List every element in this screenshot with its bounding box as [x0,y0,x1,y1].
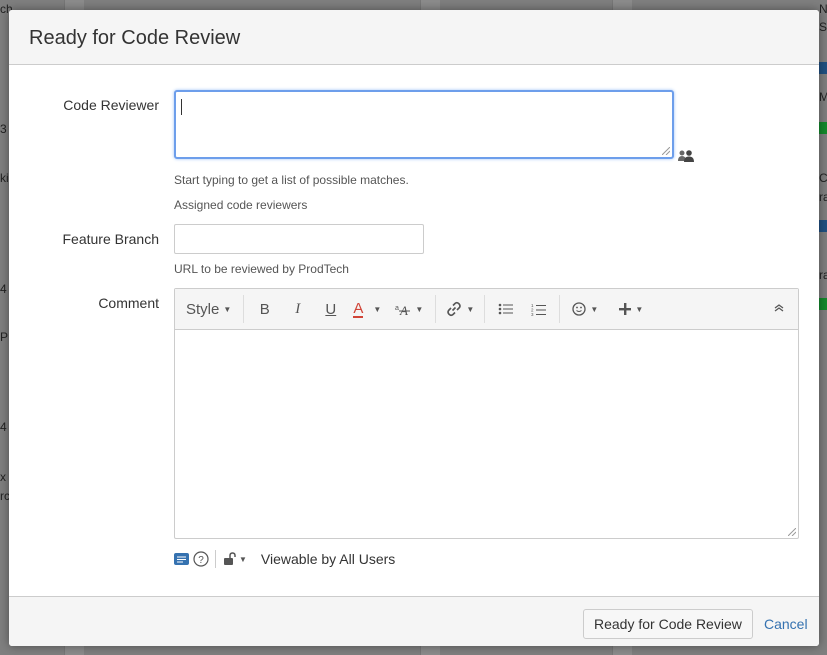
background-tag [819,220,827,232]
ready-for-code-review-button[interactable]: Ready for Code Review [583,609,753,639]
text-color-button[interactable]: A ▼ [347,294,387,324]
chevron-down-icon: ▼ [373,304,382,314]
feature-branch-hint: URL to be reviewed by ProdTech [174,262,349,276]
dialog-title: Ready for Code Review [29,27,241,49]
background-text: Sl [819,20,827,34]
bold-icon: B [259,300,270,318]
link-dropdown[interactable]: ▼ [440,294,480,324]
toolbar-separator [243,295,245,323]
code-reviewer-input[interactable] [174,90,674,159]
unlock-icon [224,552,236,565]
dialog-footer: Ready for Code Review Cancel [9,596,819,646]
cancel-link[interactable]: Cancel [764,616,808,632]
wiki-markup-icon[interactable] [174,553,189,565]
svg-text:A: A [399,303,408,316]
bullet-list-icon [498,303,513,315]
toolbar-separator [484,295,486,323]
chevron-down-icon: ▼ [590,304,599,314]
plus-icon [619,303,632,315]
code-reviewer-description: Assigned code reviewers [174,198,308,212]
toolbar-separator [435,295,437,323]
italic-button[interactable]: I [281,294,314,324]
comment-footer-bar: ? ▼ Viewable by All Users [174,548,395,570]
chevron-down-icon: ▼ [223,304,232,314]
insert-more-dropdown[interactable]: ▼ [610,294,652,324]
background-text: P [0,330,9,344]
background-text: ra [819,190,827,204]
background-text: x [0,470,6,484]
svg-text:?: ? [198,555,204,566]
user-picker-icon[interactable] [677,149,695,163]
toolbar-separator [559,295,561,323]
numbered-list-button[interactable]: 1 2 3 [522,294,555,324]
underline-icon: U [325,300,337,318]
chevron-down-icon: ▼ [239,554,247,564]
dialog-header: Ready for Code Review [9,10,819,65]
code-reviewer-hint: Start typing to get a list of possible m… [174,173,409,187]
resize-grip-icon[interactable] [662,147,670,155]
chevron-down-icon: ▼ [415,304,424,314]
background-text: 4 [0,420,7,434]
style-dropdown[interactable]: Style ▼ [179,294,239,324]
background-tag [819,298,827,310]
collapse-toolbar-button[interactable] [774,301,784,315]
bold-button[interactable]: B [248,294,281,324]
background-text: Mi [819,90,827,104]
background-text: ki [0,171,9,185]
svg-text:3: 3 [531,312,534,316]
feature-branch-label: Feature Branch [62,231,160,247]
emoticon-icon [572,302,586,316]
bullet-list-button[interactable] [489,294,522,324]
background-text: 3 [0,122,7,136]
background-text: Ch [819,171,827,185]
resize-grip-icon[interactable] [788,528,796,536]
comment-label: Comment [98,295,159,311]
double-chevron-up-icon [774,304,784,312]
italic-icon: I [295,300,301,317]
background-tag [819,122,827,134]
background-text: 4 [0,282,7,296]
visibility-label: Viewable by All Users [260,551,396,567]
link-icon [447,301,462,317]
background-text: ra [819,268,827,282]
text-format-dropdown[interactable]: a A ▼ [387,294,431,324]
footer-separator [215,550,216,568]
text-cursor [181,99,182,115]
editor-toolbar: Style ▼ B I U A ▼ a A ▼ ▼ 1 2 3 ▼ ▼ [175,289,798,330]
feature-branch-input[interactable] [174,224,424,254]
svg-text:a: a [395,305,399,312]
background-text: N [819,2,827,16]
chevron-down-icon: ▼ [635,304,644,314]
ready-for-code-review-dialog: Ready for Code Review Code Reviewer Star… [9,10,819,646]
emoticon-dropdown[interactable]: ▼ [564,294,606,324]
security-level-dropdown[interactable]: ▼ [224,552,247,566]
text-color-icon: A [353,299,364,318]
numbered-list-icon: 1 2 3 [531,303,546,316]
text-format-icon: a A [395,303,411,316]
underline-button[interactable]: U [314,294,347,324]
comment-text-area[interactable] [175,330,798,538]
chevron-down-icon: ▼ [466,304,475,314]
help-icon[interactable]: ? [193,551,209,567]
comment-editor: Style ▼ B I U A ▼ a A ▼ ▼ 1 2 3 ▼ ▼ [174,288,799,539]
style-dropdown-label: Style [186,300,220,318]
background-tag [819,62,827,74]
code-reviewer-label: Code Reviewer [63,97,159,113]
